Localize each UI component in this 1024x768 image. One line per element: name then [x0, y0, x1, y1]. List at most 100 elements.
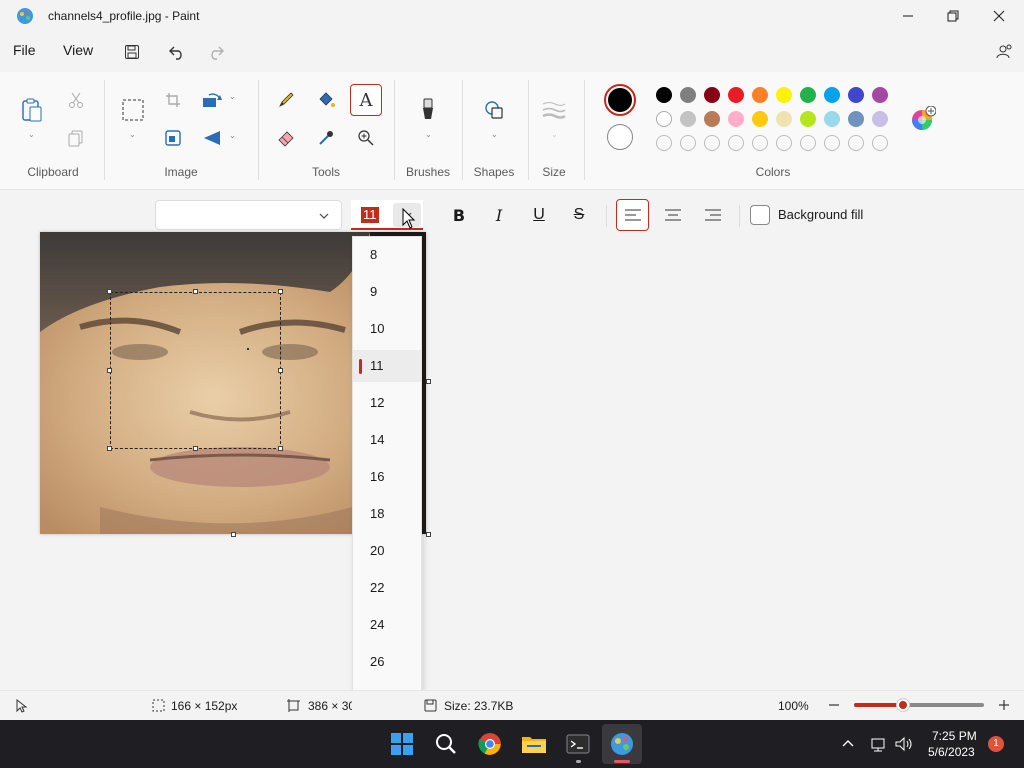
- font-size-value[interactable]: 11: [361, 207, 379, 223]
- canvas-resize-handle[interactable]: [426, 379, 431, 384]
- file-explorer-button[interactable]: [518, 728, 550, 760]
- font-size-option[interactable]: 24: [353, 609, 421, 641]
- palette-color-swatch[interactable]: [728, 111, 744, 127]
- rotate-button[interactable]: [196, 84, 228, 116]
- palette-color-swatch[interactable]: [680, 111, 696, 127]
- palette-color-swatch[interactable]: [800, 87, 816, 103]
- custom-color-slot[interactable]: [728, 135, 744, 151]
- rotate-chevron-icon[interactable]: ⌄: [229, 92, 236, 101]
- network-icon[interactable]: [870, 735, 888, 753]
- selection-handle[interactable]: [193, 446, 198, 451]
- text-button[interactable]: A: [350, 84, 382, 116]
- palette-color-swatch[interactable]: [872, 111, 888, 127]
- palette-color-swatch[interactable]: [680, 87, 696, 103]
- font-size-option[interactable]: 18: [353, 498, 421, 530]
- selection-rectangle[interactable]: [110, 292, 281, 449]
- selection-handle[interactable]: [107, 289, 112, 294]
- strikethrough-button[interactable]: S: [564, 201, 594, 229]
- eraser-button[interactable]: [270, 122, 302, 154]
- crop-button[interactable]: [157, 84, 189, 116]
- notification-badge[interactable]: 1: [988, 736, 1004, 752]
- align-right-button[interactable]: [698, 199, 728, 231]
- font-size-option[interactable]: 11: [353, 350, 421, 382]
- palette-color-swatch[interactable]: [752, 87, 768, 103]
- font-size-option[interactable]: 12: [353, 387, 421, 419]
- bold-button[interactable]: B: [444, 201, 474, 229]
- font-size-option[interactable]: 14: [353, 424, 421, 456]
- font-size-option[interactable]: 9: [353, 276, 421, 308]
- shapes-chevron-icon[interactable]: ⌄: [491, 130, 498, 139]
- palette-color-swatch[interactable]: [824, 87, 840, 103]
- chrome-button[interactable]: [474, 728, 506, 760]
- close-button[interactable]: [976, 0, 1022, 32]
- zoom-slider-thumb[interactable]: [896, 698, 910, 712]
- italic-button[interactable]: I: [484, 201, 514, 229]
- palette-color-swatch[interactable]: [704, 111, 720, 127]
- search-button[interactable]: [430, 728, 462, 760]
- copy-button[interactable]: [60, 122, 92, 154]
- magnifier-button[interactable]: [350, 122, 382, 154]
- font-size-option[interactable]: 20: [353, 535, 421, 567]
- zoom-percent[interactable]: 100%: [778, 699, 809, 713]
- selection-handle[interactable]: [107, 368, 112, 373]
- menu-view[interactable]: View: [63, 42, 93, 58]
- select-button[interactable]: [117, 94, 149, 126]
- palette-color-swatch[interactable]: [728, 87, 744, 103]
- pencil-button[interactable]: [270, 84, 302, 116]
- custom-color-slot[interactable]: [800, 135, 816, 151]
- palette-color-swatch[interactable]: [872, 87, 888, 103]
- selection-handle[interactable]: [278, 289, 283, 294]
- font-size-option[interactable]: 10: [353, 313, 421, 345]
- edit-colors-button[interactable]: [910, 105, 937, 132]
- menu-file[interactable]: File: [13, 42, 36, 58]
- font-size-option[interactable]: 22: [353, 572, 421, 604]
- font-family-select[interactable]: [155, 200, 342, 230]
- maximize-button[interactable]: [930, 0, 976, 32]
- font-size-option[interactable]: 8: [353, 239, 421, 271]
- custom-color-slot[interactable]: [752, 135, 768, 151]
- clock-time[interactable]: 7:25 PM: [932, 729, 977, 743]
- palette-color-swatch[interactable]: [824, 111, 840, 127]
- brushes-button[interactable]: [412, 94, 444, 126]
- selection-handle[interactable]: [278, 368, 283, 373]
- palette-color-swatch[interactable]: [656, 87, 672, 103]
- brushes-chevron-icon[interactable]: ⌄: [425, 130, 432, 139]
- palette-color-swatch[interactable]: [656, 111, 672, 127]
- selection-handle[interactable]: [278, 446, 283, 451]
- align-center-button[interactable]: [658, 199, 688, 231]
- color-picker-button[interactable]: [310, 122, 342, 154]
- palette-color-swatch[interactable]: [776, 111, 792, 127]
- primary-color-button[interactable]: [604, 84, 636, 116]
- palette-color-swatch[interactable]: [800, 111, 816, 127]
- font-size-option[interactable]: 26: [353, 646, 421, 678]
- cut-button[interactable]: [60, 84, 92, 116]
- terminal-button[interactable]: [562, 728, 594, 760]
- palette-color-swatch[interactable]: [752, 111, 768, 127]
- font-size-option[interactable]: 16: [353, 461, 421, 493]
- custom-color-slot[interactable]: [680, 135, 696, 151]
- resize-button[interactable]: [157, 122, 189, 154]
- account-button[interactable]: [992, 40, 1016, 64]
- zoom-out-icon[interactable]: [827, 698, 841, 712]
- custom-color-slot[interactable]: [872, 135, 888, 151]
- custom-color-slot[interactable]: [824, 135, 840, 151]
- palette-color-swatch[interactable]: [848, 111, 864, 127]
- minimize-button[interactable]: [885, 0, 931, 32]
- undo-button[interactable]: [165, 40, 189, 64]
- underline-button[interactable]: U: [524, 201, 554, 229]
- custom-color-slot[interactable]: [848, 135, 864, 151]
- palette-color-swatch[interactable]: [704, 87, 720, 103]
- paste-button[interactable]: [16, 94, 48, 126]
- start-button[interactable]: [386, 728, 418, 760]
- font-size-dropdown[interactable]: 891011121416182022242628: [352, 236, 422, 720]
- canvas-resize-handle[interactable]: [426, 532, 431, 537]
- chevron-up-icon[interactable]: [841, 737, 855, 751]
- custom-color-slot[interactable]: [656, 135, 672, 151]
- select-chevron-icon[interactable]: ⌄: [129, 130, 136, 139]
- save-button[interactable]: [120, 40, 144, 64]
- paint-taskbar-button[interactable]: [602, 724, 642, 764]
- selection-handle[interactable]: [107, 446, 112, 451]
- zoom-slider[interactable]: [854, 698, 984, 712]
- shapes-button[interactable]: [478, 94, 510, 126]
- redo-button[interactable]: [204, 40, 228, 64]
